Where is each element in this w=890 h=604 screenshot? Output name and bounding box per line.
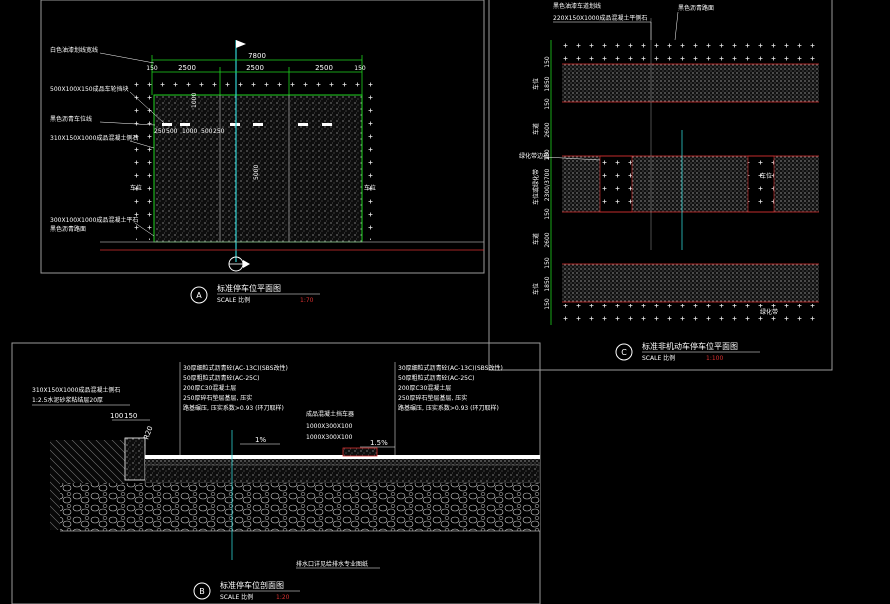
plan-c-mid-callout: 绿化带边石 <box>519 152 549 160</box>
title-marker-c-letter: C <box>621 348 627 357</box>
mid-size-1: 1000X300X100 <box>306 423 353 430</box>
slope-1: 1% <box>255 436 266 444</box>
c-callout-2: 220X150X1000成品混凝土平侧石 <box>553 14 647 22</box>
axis-flag <box>236 40 246 48</box>
c-label-4: 车道 <box>532 233 540 245</box>
plan-c-dim-8: 150 <box>544 257 551 269</box>
section-b-kerb <box>124 437 146 481</box>
section-b-layers-right: 30厚细粒式沥青砼(AC-13C)(SBS改性) 50厚粗粒式沥青砼(AC-25C… <box>398 364 503 412</box>
c-label-2: 车道 <box>532 123 540 135</box>
plan-a-title: 标准停车位平面图 <box>217 283 281 293</box>
section-b-title: 标准停车位剖面图 <box>220 580 284 590</box>
plan-c-dim-3: 2600 <box>544 122 551 137</box>
cad-drawing: 7800 150 2500 2500 2500 150 1000 250 500… <box>11 0 833 604</box>
dim-r20: R20 <box>142 425 154 441</box>
layer-left-2: 200厚C30混凝土层 <box>183 384 236 392</box>
plan-c-dim-0: 150 <box>544 56 551 68</box>
plan-c-left-dims: 150 1850 150 2600 150 2300/3700 150 2600 150 1850… <box>544 56 551 310</box>
c-label-5: 车位 <box>532 283 540 295</box>
c-callout-3: 黑色沥青路面 <box>678 4 714 12</box>
title-marker-b-letter: B <box>199 587 205 596</box>
layer-right-0: 30厚细粒式沥青砼(AC-13C)(SBS改性) <box>398 364 503 372</box>
dim-250a: 250 <box>154 128 166 135</box>
c-callout-1: 黑色油漆车道划线 <box>553 2 601 10</box>
plan-c-top-callouts: 黑色油漆车道划线 220X150X1000成品混凝土平侧石 黑色沥青路面 <box>553 2 714 22</box>
plan-c-green-island-2 <box>747 155 775 213</box>
callout-bay-line: 黑色沥青车位线 <box>50 115 92 123</box>
slope-2: 1.5% <box>370 439 388 447</box>
plan-c-left-labels: 车位 车道 车位或绿化带 车道 车位 <box>532 78 540 295</box>
plan-c-dim-5: 2300/3700 <box>544 169 551 202</box>
plan-a-scale-value: 1:70 <box>300 297 314 304</box>
dim-bay2: 2500 <box>246 64 264 72</box>
layer-left-0: 30厚细粒式沥青砼(AC-13C)(SBS改性) <box>183 364 288 372</box>
plan-c-dim-9: 1850 <box>544 276 551 291</box>
dim-150-left: 150 <box>146 65 158 72</box>
plan-c-scale-label: SCALE 比例 <box>642 354 675 362</box>
callout-line-paint: 白色油漆划线宽线 <box>50 46 98 54</box>
dim-1000-v: 1000 <box>191 93 198 108</box>
kerb-callout-1: 310X150X1000成品混凝土侧石 <box>32 386 120 394</box>
plan-c-bottom-label: 绿化带 <box>760 308 778 316</box>
title-marker-a-letter: A <box>196 291 202 300</box>
layer-right-3: 250厚碎石垫层基层, 压实 <box>398 394 467 402</box>
dim-500b: 500 <box>201 128 213 135</box>
section-b-layers-left: 30厚细粒式沥青砼(AC-13C)(SBS改性) 50厚粗粒式沥青砼(AC-25C… <box>183 364 288 412</box>
layer-asphalt-fine <box>145 455 540 459</box>
plan-c-dim-1: 1850 <box>544 76 551 91</box>
callout-wheel-stop: 500X100X150成品车轮挡块 <box>50 85 129 93</box>
plan-c-row-3 <box>562 264 819 302</box>
dim-7800: 7800 <box>248 52 266 60</box>
layer-right-2: 200厚C30混凝土层 <box>398 384 451 392</box>
plan-c-mid-label: 车位 <box>760 172 772 180</box>
section-b-scale-label: SCALE 比例 <box>220 593 253 601</box>
dim-5000: 5000 <box>253 165 260 180</box>
dim-150-right: 150 <box>354 65 366 72</box>
plan-c-dim-10: 150 <box>544 298 551 310</box>
layer-left-1: 50厚粗粒式沥青砼(AC-25C) <box>183 374 260 382</box>
c-label-1: 车位 <box>532 78 540 90</box>
bottom-callout: 排水口详见给排水专业图纸 <box>296 560 368 568</box>
plan-a: 7800 150 2500 2500 2500 150 1000 250 500… <box>40 0 485 304</box>
plan-c-green-island-1 <box>599 155 633 213</box>
layer-gravel <box>60 483 540 531</box>
layer-right-1: 50厚粗粒式沥青砼(AC-25C) <box>398 374 475 382</box>
dim-500a: 500 <box>166 128 178 135</box>
layer-concrete <box>144 464 541 484</box>
layer-left-4: 路基碾压, 压实系数>0.93 (环刀取样) <box>183 404 284 412</box>
side-label-right: 车位 <box>364 184 376 192</box>
plan-c-title: 标准非机动车停车位平面图 <box>642 341 738 351</box>
layer-right-4: 路基碾压, 压实系数>0.93 (环刀取样) <box>398 404 499 412</box>
dim-250b: 250 <box>213 128 225 135</box>
dim-bay3: 2500 <box>315 64 333 72</box>
plan-c-row-1 <box>562 64 819 102</box>
callout-asphalt: 黑色沥青路面 <box>50 225 86 233</box>
dim-1000: 1000 <box>182 128 197 135</box>
mid-size-2: 1000X300X100 <box>306 434 353 441</box>
callout-kerb: 310X150X1000成品混凝土侧石 <box>50 134 138 142</box>
dim-150: 150 <box>124 412 137 420</box>
plan-c: 150 1850 150 2600 150 2300/3700 150 2600 150 1850… <box>488 0 833 371</box>
section-b-scale-value: 1:20 <box>276 594 290 601</box>
plan-a-scale-label: SCALE 比例 <box>217 296 250 304</box>
cad-drawing-canvas: 7800 150 2500 2500 2500 150 1000 250 500… <box>0 0 890 604</box>
section-b-wheel-stop <box>342 447 378 457</box>
plan-c-dim-7: 2600 <box>544 232 551 247</box>
plan-c-dim-6: 150 <box>544 208 551 220</box>
plan-c-bottom-green <box>562 304 819 324</box>
mid-callout: 成品混凝土挡车器 <box>306 410 354 418</box>
kerb-callout-2: 1:2.5水泥砂浆粘结层20厚 <box>32 396 103 404</box>
callout-flat-kerb: 300X100X1000成品混凝土平石 <box>50 216 138 224</box>
plan-c-dim-2: 150 <box>544 98 551 110</box>
layer-left-3: 250厚碎石垫层基层, 压实 <box>183 394 252 402</box>
dim-bay1: 2500 <box>178 64 196 72</box>
plan-c-scale-value: 1:100 <box>706 355 723 362</box>
section-b: 100 150 R20 1% 1.5% 30厚细粒式沥青砼(AC-13C)(SB… <box>11 342 541 604</box>
side-label-left: 车位 <box>130 184 142 192</box>
wheel-stop-dims: 250 500 1000 500 250 <box>154 128 225 135</box>
layer-asphalt-coarse <box>145 459 540 465</box>
dim-100: 100 <box>110 412 123 420</box>
c-label-3: 车位或绿化带 <box>532 169 540 205</box>
plan-c-top-green <box>562 40 819 62</box>
